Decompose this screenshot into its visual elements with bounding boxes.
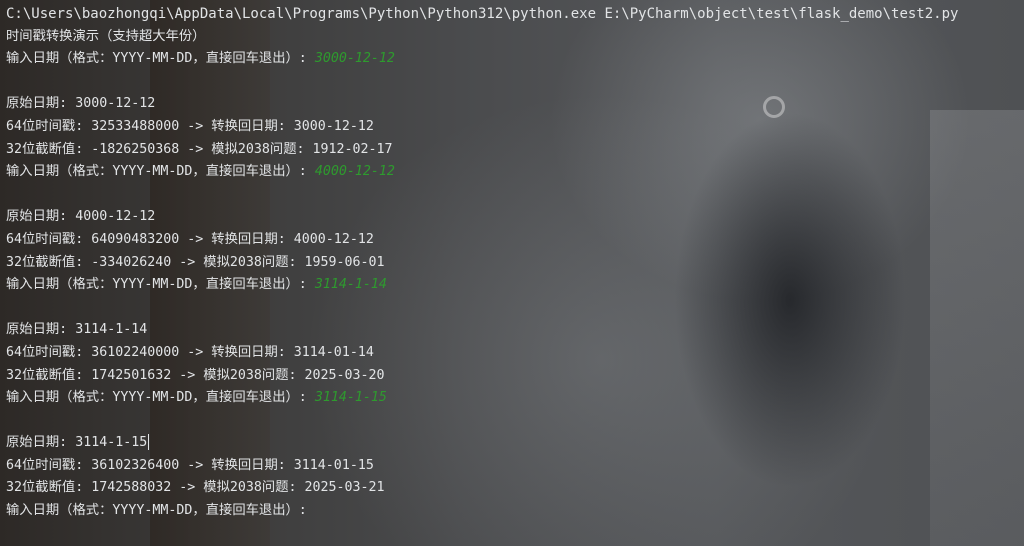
- prompt-text: 输入日期（格式：YYYY-MM-DD，直接回车退出）:: [6, 164, 315, 180]
- timestamp-64-line: 64位时间戳: 32533488000 -> 转换回日期: 3000-12-12: [6, 118, 374, 134]
- input-prompt-line: 输入日期（格式：YYYY-MM-DD，直接回车退出）: 3000-12-12: [6, 48, 1024, 71]
- prompt-text: 输入日期（格式：YYYY-MM-DD，直接回车退出）:: [6, 51, 315, 67]
- prompt-text: 输入日期（格式：YYYY-MM-DD，直接回车退出）:: [6, 390, 315, 406]
- timestamp-64-line: 64位时间戳: 64090483200 -> 转换回日期: 4000-12-12: [6, 231, 374, 247]
- input-prompt-line: 输入日期（格式：YYYY-MM-DD，直接回车退出）: 3114-1-15: [6, 387, 1024, 410]
- user-input-text: 3114-1-15: [314, 390, 387, 406]
- user-input-text: 3000-12-12: [314, 51, 395, 67]
- timestamp-32-line: 32位截断值: -334026240 -> 模拟2038问题: 1959-06-…: [6, 254, 385, 270]
- user-input-text: 3114-1-14: [314, 277, 387, 293]
- input-prompt-line-active[interactable]: 输入日期（格式：YYYY-MM-DD，直接回车退出）:: [6, 500, 1024, 523]
- original-date-line: 原始日期: 3114-1-14: [6, 322, 148, 338]
- timestamp-32-line: 32位截断值: 1742501632 -> 模拟2038问题: 2025-03-…: [6, 367, 385, 383]
- timestamp-64-line: 64位时间戳: 36102240000 -> 转换回日期: 3114-01-14: [6, 344, 374, 360]
- original-date-line: 原始日期: 3114-1-15: [6, 432, 1024, 455]
- original-date-text: 原始日期: 3114-1-15: [6, 435, 148, 451]
- timestamp-32-line: 32位截断值: 1742588032 -> 模拟2038问题: 2025-03-…: [6, 480, 385, 496]
- program-title-line: 时间戳转换演示（支持超大年份）: [6, 28, 206, 44]
- timestamp-32-line: 32位截断值: -1826250368 -> 模拟2038问题: 1912-02…: [6, 141, 393, 157]
- input-prompt-line: 输入日期（格式：YYYY-MM-DD，直接回车退出）: 3114-1-14: [6, 274, 1024, 297]
- prompt-text: 输入日期（格式：YYYY-MM-DD，直接回车退出）:: [6, 277, 315, 293]
- timestamp-64-line: 64位时间戳: 36102326400 -> 转换回日期: 3114-01-15: [6, 457, 374, 473]
- run-command-line: C:\Users\baozhongqi\AppData\Local\Progra…: [6, 6, 959, 22]
- original-date-line: 原始日期: 4000-12-12: [6, 209, 156, 225]
- text-cursor: [148, 434, 150, 451]
- run-console[interactable]: C:\Users\baozhongqi\AppData\Local\Progra…: [0, 0, 1024, 546]
- input-prompt-line: 输入日期（格式：YYYY-MM-DD，直接回车退出）: 4000-12-12: [6, 161, 1024, 184]
- original-date-line: 原始日期: 3000-12-12: [6, 96, 156, 112]
- user-input-text: 4000-12-12: [314, 164, 395, 180]
- prompt-text: 输入日期（格式：YYYY-MM-DD，直接回车退出）:: [6, 503, 315, 519]
